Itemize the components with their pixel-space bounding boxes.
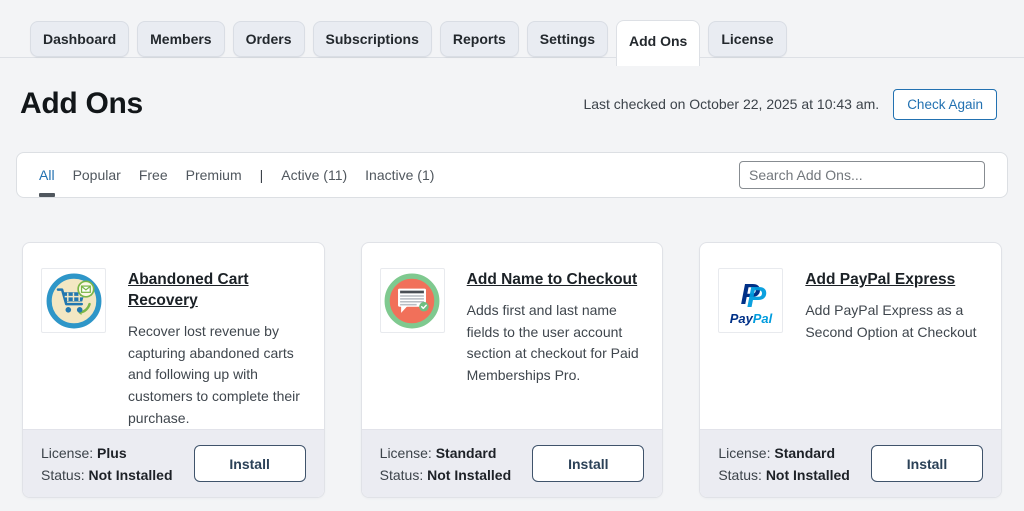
tab-dashboard[interactable]: Dashboard — [30, 21, 129, 57]
search-add-ons-input[interactable] — [739, 161, 985, 189]
page-header: Add Ons Last checked on October 22, 2025… — [0, 82, 1024, 126]
card-info: Add PayPal Express Add PayPal Express as… — [805, 268, 983, 343]
tab-settings[interactable]: Settings — [527, 21, 608, 57]
tab-add-ons[interactable]: Add Ons — [616, 20, 700, 66]
status-label: Status: — [41, 467, 85, 483]
status-value: Not Installed — [427, 467, 511, 483]
addon-filter-bar: All Popular Free Premium | Active (11) I… — [16, 152, 1008, 198]
license-line: License: Standard — [718, 442, 850, 464]
license-value: Standard — [774, 445, 835, 461]
card-footer: License: Standard Status: Not Installed … — [700, 429, 1001, 497]
tab-members[interactable]: Members — [137, 21, 224, 57]
card-info: Abandoned Cart Recovery Recover lost rev… — [128, 268, 306, 429]
install-button[interactable]: Install — [194, 445, 306, 482]
tab-subscriptions[interactable]: Subscriptions — [313, 21, 432, 57]
license-status-block: License: Plus Status: Not Installed — [41, 442, 173, 486]
filter-active[interactable]: Active (11) — [281, 153, 347, 197]
tab-license[interactable]: License — [708, 21, 786, 57]
status-value: Not Installed — [766, 467, 850, 483]
addon-title-link[interactable]: Abandoned Cart Recovery — [128, 270, 306, 312]
chat-form-icon — [380, 268, 445, 333]
addon-card-add-paypal-express: P P PayPal Add PayPal Express Add PayPal… — [699, 242, 1002, 498]
addon-description: Add PayPal Express as a Second Option at… — [805, 300, 983, 343]
addon-card-abandoned-cart: Abandoned Cart Recovery Recover lost rev… — [22, 242, 325, 498]
filter-inactive[interactable]: Inactive (1) — [365, 153, 434, 197]
filter-premium[interactable]: Premium — [186, 153, 242, 197]
status-line: Status: Not Installed — [380, 464, 512, 486]
paypal-icon: P P PayPal — [718, 268, 783, 333]
abandoned-cart-icon — [41, 268, 106, 333]
addon-title-link[interactable]: Add Name to Checkout — [467, 270, 638, 291]
license-status-block: License: Standard Status: Not Installed — [718, 442, 850, 486]
license-label: License: — [41, 445, 93, 461]
license-label: License: — [718, 445, 770, 461]
card-info: Add Name to Checkout Adds first and last… — [467, 268, 645, 387]
last-checked-group: Last checked on October 22, 2025 at 10:4… — [583, 89, 997, 120]
paypal-wordmark: PayPal — [730, 310, 773, 325]
license-status-block: License: Standard Status: Not Installed — [380, 442, 512, 486]
addon-title-link[interactable]: Add PayPal Express — [805, 270, 955, 291]
addon-card-add-name-to-checkout: Add Name to Checkout Adds first and last… — [361, 242, 664, 498]
addon-description: Recover lost revenue by capturing abando… — [128, 321, 306, 429]
card-body: Abandoned Cart Recovery Recover lost rev… — [23, 243, 324, 429]
license-value: Standard — [436, 445, 497, 461]
paypal-monogram-front: P — [747, 282, 767, 314]
filter-free[interactable]: Free — [139, 153, 168, 197]
status-line: Status: Not Installed — [41, 464, 173, 486]
card-footer: License: Standard Status: Not Installed … — [362, 429, 663, 497]
license-label: License: — [380, 445, 432, 461]
filter-all[interactable]: All — [39, 153, 55, 197]
license-line: License: Plus — [41, 442, 173, 464]
last-checked-text: Last checked on October 22, 2025 at 10:4… — [583, 96, 879, 112]
install-button[interactable]: Install — [871, 445, 983, 482]
check-again-button[interactable]: Check Again — [893, 89, 997, 120]
addon-description: Adds first and last name fields to the u… — [467, 300, 645, 387]
admin-tab-bar: Dashboard Members Orders Subscriptions R… — [0, 0, 1024, 58]
card-body: P P PayPal Add PayPal Express Add PayPal… — [700, 243, 1001, 343]
card-body: Add Name to Checkout Adds first and last… — [362, 243, 663, 387]
page-title: Add Ons — [20, 87, 143, 121]
filter-separator: | — [260, 167, 264, 183]
license-value: Plus — [97, 445, 127, 461]
card-footer: License: Plus Status: Not Installed Inst… — [23, 429, 324, 497]
tab-reports[interactable]: Reports — [440, 21, 519, 57]
install-button[interactable]: Install — [532, 445, 644, 482]
addon-card-grid: Abandoned Cart Recovery Recover lost rev… — [22, 242, 1002, 498]
filter-popular[interactable]: Popular — [73, 153, 121, 197]
license-line: License: Standard — [380, 442, 512, 464]
status-value: Not Installed — [88, 467, 172, 483]
status-label: Status: — [380, 467, 424, 483]
status-line: Status: Not Installed — [718, 464, 850, 486]
tab-orders[interactable]: Orders — [233, 21, 305, 57]
status-label: Status: — [718, 467, 762, 483]
